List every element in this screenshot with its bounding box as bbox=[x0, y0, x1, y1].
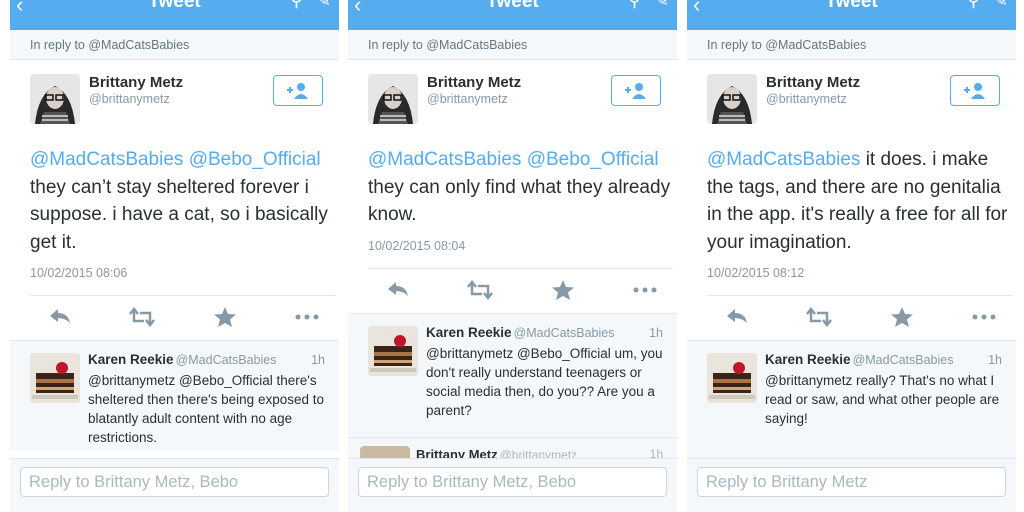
tweet-timestamp: 10/02/2015 08:04 bbox=[368, 239, 466, 253]
reply-tweet[interactable]: Karen Reekie @MadCatsBabies 1h @brittanym… bbox=[10, 340, 339, 450]
follow-user-icon bbox=[287, 83, 308, 99]
next-reply-peek[interactable]: Brittany Metz @brittanymetz 1h bbox=[348, 437, 677, 462]
tweet-actions bbox=[30, 295, 335, 339]
reply-time: 1h bbox=[311, 353, 325, 367]
top-nav-bar: ‹ Tweet ⚲ ✎ bbox=[10, 0, 339, 30]
tweet-timestamp: 10/02/2015 08:06 bbox=[30, 266, 128, 280]
author-name[interactable]: Brittany Metz bbox=[427, 74, 521, 91]
reply-tweet[interactable]: Karen Reekie @MadCatsBabies 1h @brittanym… bbox=[348, 313, 677, 437]
tweet-text: @MadCatsBabies @Bebo_Official they can o… bbox=[368, 146, 673, 229]
top-nav-bar: ‹ Tweet ⚲ ✎ bbox=[687, 0, 1016, 30]
favorite-star-icon[interactable] bbox=[551, 279, 575, 301]
reply-icon[interactable] bbox=[386, 279, 410, 301]
reply-time: 1h bbox=[649, 326, 663, 340]
reply-author[interactable]: Karen Reekie @MadCatsBabies bbox=[765, 352, 954, 367]
compose-icon[interactable]: ✎ bbox=[316, 0, 331, 11]
author-handle[interactable]: @brittanymetz bbox=[427, 92, 508, 106]
reply-tweet[interactable]: Karen Reekie @MadCatsBabies 1h @brittanym… bbox=[687, 340, 1016, 458]
reply-avatar[interactable] bbox=[707, 353, 757, 403]
reply-context[interactable]: In reply to @MadCatsBabies bbox=[10, 30, 339, 60]
compose-icon[interactable]: ✎ bbox=[654, 0, 669, 11]
reply-composer: Reply to Brittany Metz bbox=[687, 458, 1016, 512]
tweet-mentions[interactable]: @MadCatsBabies @Bebo_Official bbox=[30, 149, 321, 170]
author-avatar[interactable] bbox=[707, 74, 757, 124]
top-nav-bar: ‹ Tweet ⚲ ✎ bbox=[348, 0, 677, 30]
tweet-text: @MadCatsBabies @Bebo_Official they can’t… bbox=[30, 146, 335, 256]
retweet-icon[interactable] bbox=[466, 279, 494, 301]
reply-text: @brittanymetz @Bebo_Official there's she… bbox=[88, 373, 324, 445]
follow-button[interactable] bbox=[273, 75, 323, 106]
reply-handle[interactable]: @MadCatsBabies bbox=[514, 326, 615, 340]
more-icon[interactable] bbox=[631, 279, 659, 301]
author-handle[interactable]: @brittanymetz bbox=[89, 92, 170, 106]
search-icon[interactable]: ⚲ bbox=[967, 0, 980, 11]
more-icon[interactable] bbox=[970, 306, 998, 328]
reply-composer: Reply to Brittany Metz, Bebo bbox=[348, 458, 677, 512]
reply-composer: Reply to Brittany Metz, Bebo bbox=[10, 458, 339, 512]
favorite-star-icon[interactable] bbox=[213, 306, 237, 328]
retweet-icon[interactable] bbox=[128, 306, 156, 328]
reply-author[interactable]: Karen Reekie @MadCatsBabies bbox=[88, 352, 277, 367]
reply-time: 1h bbox=[988, 353, 1002, 367]
tweet-actions bbox=[368, 268, 673, 312]
author-name[interactable]: Brittany Metz bbox=[766, 74, 860, 91]
author-avatar[interactable] bbox=[30, 74, 80, 124]
follow-user-icon bbox=[625, 83, 646, 99]
compose-icon[interactable]: ✎ bbox=[993, 0, 1008, 11]
reply-context[interactable]: In reply to @MadCatsBabies bbox=[687, 30, 1016, 60]
search-icon[interactable]: ⚲ bbox=[290, 0, 303, 11]
retweet-icon[interactable] bbox=[805, 306, 833, 328]
tweet-actions bbox=[707, 295, 1012, 339]
tweet-panel-3: ‹ Tweet ⚲ ✎ In reply to @MadCatsBabies B… bbox=[687, 0, 1016, 512]
tweet-timestamp: 10/02/2015 08:12 bbox=[707, 266, 805, 280]
tweet-mentions[interactable]: @MadCatsBabies bbox=[707, 149, 860, 170]
tweet-body: they can’t stay sheltered forever i supp… bbox=[30, 176, 328, 253]
tweet-panel-1: ‹ Tweet ⚲ ✎ In reply to @MadCatsBabies B… bbox=[10, 0, 339, 512]
reply-avatar[interactable] bbox=[368, 326, 418, 376]
follow-user-icon bbox=[964, 83, 985, 99]
more-icon[interactable] bbox=[293, 306, 321, 328]
author-handle[interactable]: @brittanymetz bbox=[766, 92, 847, 106]
author-name[interactable]: Brittany Metz bbox=[89, 74, 183, 91]
favorite-star-icon[interactable] bbox=[890, 306, 914, 328]
reply-handle[interactable]: @MadCatsBabies bbox=[176, 353, 277, 367]
reply-author[interactable]: Karen Reekie @MadCatsBabies bbox=[426, 325, 615, 340]
search-icon[interactable]: ⚲ bbox=[628, 0, 641, 11]
author-avatar[interactable] bbox=[368, 74, 418, 124]
reply-input[interactable]: Reply to Brittany Metz, Bebo bbox=[358, 467, 667, 497]
tweet-mentions[interactable]: @MadCatsBabies @Bebo_Official bbox=[368, 149, 659, 170]
reply-text: @brittanymetz really? That's no what I r… bbox=[765, 373, 1000, 426]
reply-avatar[interactable] bbox=[30, 353, 80, 403]
reply-input[interactable]: Reply to Brittany Metz bbox=[697, 467, 1006, 497]
reply-handle[interactable]: @MadCatsBabies bbox=[853, 353, 954, 367]
follow-button[interactable] bbox=[950, 75, 1000, 106]
tweet-text: @MadCatsBabies it does. i make the tags,… bbox=[707, 146, 1012, 256]
tweet-body: they can only find what they already kno… bbox=[368, 176, 671, 226]
reply-icon[interactable] bbox=[725, 306, 749, 328]
reply-icon[interactable] bbox=[48, 306, 72, 328]
tweet-panel-2: ‹ Tweet ⚲ ✎ In reply to @MadCatsBabies B… bbox=[348, 0, 677, 512]
follow-button[interactable] bbox=[611, 75, 661, 106]
reply-context[interactable]: In reply to @MadCatsBabies bbox=[348, 30, 677, 60]
reply-input[interactable]: Reply to Brittany Metz, Bebo bbox=[20, 467, 329, 497]
reply-text: @brittanymetz @Bebo_Official um, you don… bbox=[426, 346, 663, 418]
